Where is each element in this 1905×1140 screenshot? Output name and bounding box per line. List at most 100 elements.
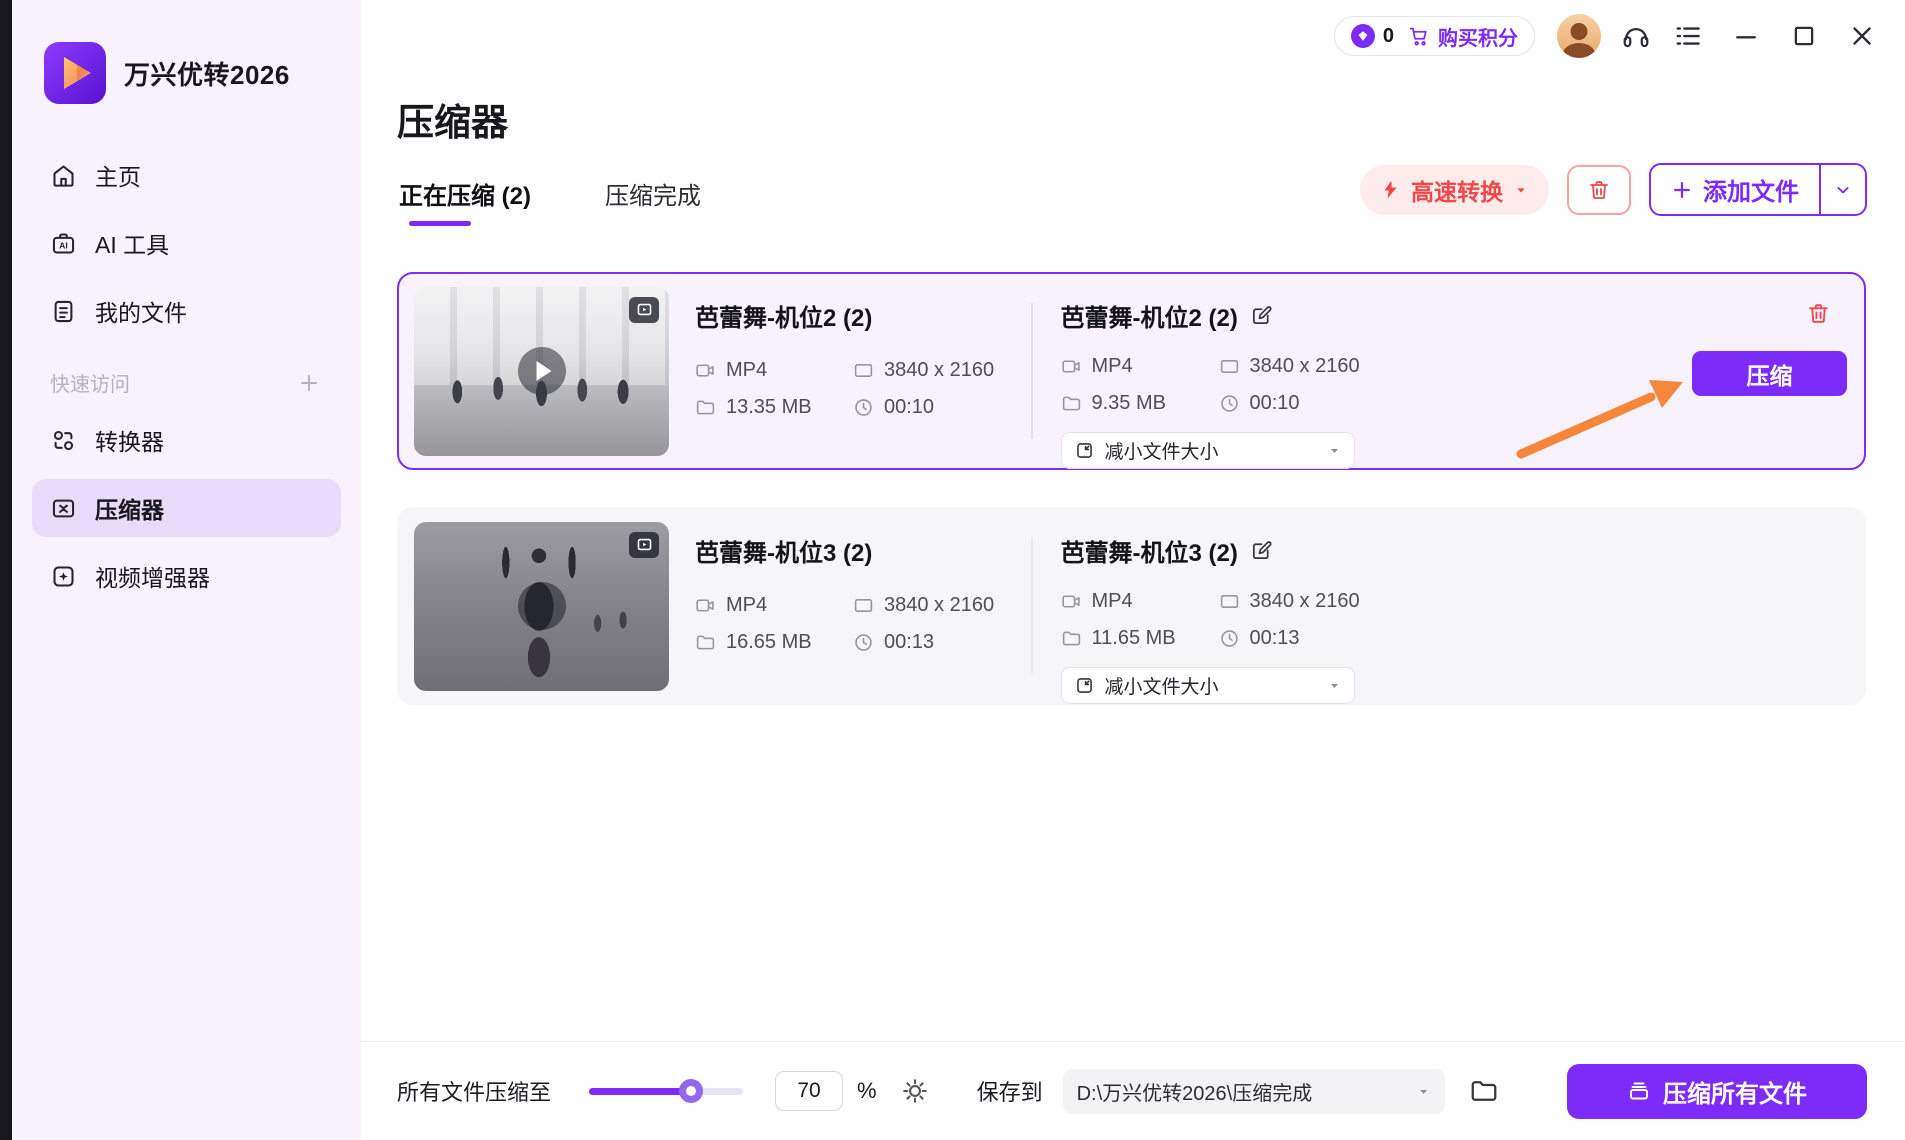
- source-file-title: 芭蕾舞-机位2 (2): [695, 298, 1025, 333]
- video-format-icon: [695, 595, 716, 616]
- shrink-file-icon: [1074, 440, 1095, 461]
- sidebar: 万兴优转2026 主页 AI AI 工具: [12, 0, 361, 1140]
- video-badge-icon: [629, 532, 659, 558]
- source-duration: 00:10: [884, 396, 934, 419]
- output-resolution: 3840 x 2160: [1250, 355, 1360, 378]
- video-thumbnail[interactable]: [414, 522, 669, 691]
- source-format: MP4: [726, 594, 767, 617]
- sidebar-item-video-enhancer[interactable]: 视频增强器: [32, 547, 341, 605]
- compress-button[interactable]: 压缩: [1692, 351, 1847, 396]
- quick-access-label: 快速访问: [50, 368, 130, 397]
- add-file-split-button: 添加文件: [1649, 163, 1867, 216]
- settings-gear-icon[interactable]: [901, 1077, 929, 1105]
- play-icon[interactable]: [518, 582, 566, 630]
- clock-icon: [1219, 393, 1240, 414]
- task-list-icon[interactable]: [1673, 21, 1703, 51]
- compress-all-button[interactable]: 压缩所有文件: [1567, 1064, 1867, 1119]
- add-file-dropdown-button[interactable]: [1819, 165, 1865, 214]
- video-format-icon: [1061, 356, 1082, 377]
- file-card[interactable]: 芭蕾舞-机位3 (2) MP4 3840 x 2160 16.65 MB 00:…: [397, 507, 1866, 705]
- add-file-label: 添加文件: [1703, 172, 1799, 207]
- chevron-down-icon: [1833, 180, 1853, 200]
- resolution-icon: [1219, 356, 1240, 377]
- add-file-button[interactable]: 添加文件: [1651, 165, 1819, 214]
- slider-handle[interactable]: [679, 1079, 703, 1103]
- trash-icon: [1806, 301, 1831, 326]
- app-title: 万兴优转2026: [124, 55, 290, 92]
- delete-all-button[interactable]: [1567, 165, 1631, 215]
- chevron-down-icon: [1327, 443, 1342, 458]
- play-icon[interactable]: [518, 347, 566, 395]
- slider-fill: [589, 1088, 691, 1095]
- sidebar-item-label: 我的文件: [95, 294, 187, 328]
- sidebar-item-converter[interactable]: 转换器: [32, 411, 341, 469]
- cart-icon: [1408, 25, 1430, 47]
- add-quick-access-icon[interactable]: [297, 371, 321, 395]
- sidebar-item-ai-tools[interactable]: AI AI 工具: [32, 214, 341, 272]
- source-resolution: 3840 x 2160: [884, 594, 994, 617]
- sidebar-item-my-files[interactable]: 我的文件: [32, 282, 341, 340]
- minimize-button[interactable]: [1731, 21, 1761, 51]
- lightning-icon: [1380, 179, 1401, 200]
- delete-file-button[interactable]: [1806, 300, 1832, 326]
- compress-ratio-slider[interactable]: [589, 1088, 743, 1095]
- compress-all-icon: [1627, 1079, 1651, 1103]
- close-button[interactable]: [1847, 21, 1877, 51]
- credits-count: 0: [1383, 25, 1394, 48]
- sidebar-item-label: 视频增强器: [95, 559, 210, 593]
- output-duration: 00:10: [1250, 392, 1300, 415]
- compress-to-label: 所有文件压缩至: [397, 1075, 551, 1107]
- output-info: 芭蕾舞-机位3 (2) MP4 3840 x 2160 11.65 MB 00:…: [1061, 509, 1407, 703]
- credit-gem-icon: [1351, 24, 1375, 48]
- folder-icon: [695, 632, 716, 653]
- folder-icon: [1061, 393, 1082, 414]
- app-logo-row: 万兴优转2026: [12, 0, 361, 104]
- save-path-dropdown[interactable]: D:\万兴优转2026\压缩完成: [1063, 1069, 1445, 1114]
- enhancer-icon: [50, 563, 77, 590]
- tab-compressing[interactable]: 正在压缩 (2): [399, 176, 531, 211]
- preset-dropdown[interactable]: 减小文件大小: [1061, 667, 1355, 704]
- headset-support-icon[interactable]: [1621, 21, 1651, 51]
- avatar[interactable]: [1557, 14, 1601, 58]
- page-title: 压缩器: [397, 92, 508, 146]
- resolution-icon: [853, 360, 874, 381]
- video-badge-icon: [629, 297, 659, 323]
- source-resolution: 3840 x 2160: [884, 359, 994, 382]
- open-folder-button[interactable]: [1469, 1076, 1499, 1106]
- maximize-button[interactable]: [1789, 21, 1819, 51]
- edit-icon[interactable]: [1250, 539, 1273, 562]
- resolution-icon: [1219, 591, 1240, 612]
- divider: [1031, 538, 1033, 674]
- svg-text:AI: AI: [59, 240, 67, 250]
- app-logo-icon: [44, 42, 106, 104]
- compress-all-label: 压缩所有文件: [1663, 1074, 1807, 1109]
- shrink-file-icon: [1074, 675, 1095, 696]
- edit-icon[interactable]: [1250, 304, 1273, 327]
- ai-tools-icon: AI: [50, 230, 77, 257]
- source-info: 芭蕾舞-机位2 (2) MP4 3840 x 2160 13.35 MB 00:…: [695, 274, 1025, 468]
- source-format: MP4: [726, 359, 767, 382]
- folder-icon: [695, 397, 716, 418]
- clock-icon: [853, 632, 874, 653]
- preset-dropdown[interactable]: 减小文件大小: [1061, 432, 1355, 469]
- credits-badge[interactable]: 0: [1351, 24, 1394, 48]
- source-info: 芭蕾舞-机位3 (2) MP4 3840 x 2160 16.65 MB 00:…: [695, 509, 1025, 703]
- highspeed-convert-button[interactable]: 高速转换: [1360, 165, 1549, 215]
- tab-completed[interactable]: 压缩完成: [605, 176, 701, 211]
- sidebar-item-home[interactable]: 主页: [32, 146, 341, 204]
- credits-pill: 0 购买积分: [1334, 16, 1535, 56]
- output-format: MP4: [1092, 355, 1133, 378]
- buy-credits-button[interactable]: 购买积分: [1408, 22, 1518, 51]
- resolution-icon: [853, 595, 874, 616]
- output-info: 芭蕾舞-机位2 (2) MP4 3840 x 2160 9.35 MB 00:1…: [1061, 274, 1407, 468]
- divider: [1031, 303, 1033, 439]
- percent-input[interactable]: [775, 1071, 843, 1111]
- converter-icon: [50, 427, 77, 454]
- output-duration: 00:13: [1250, 627, 1300, 650]
- chevron-down-icon: [1327, 678, 1342, 693]
- file-card[interactable]: 芭蕾舞-机位2 (2) MP4 3840 x 2160 13.35 MB 00:…: [397, 272, 1866, 470]
- sidebar-item-compressor[interactable]: 压缩器: [32, 479, 341, 537]
- save-to-label: 保存到: [977, 1075, 1043, 1107]
- video-thumbnail[interactable]: [414, 287, 669, 456]
- source-size: 13.35 MB: [726, 396, 812, 419]
